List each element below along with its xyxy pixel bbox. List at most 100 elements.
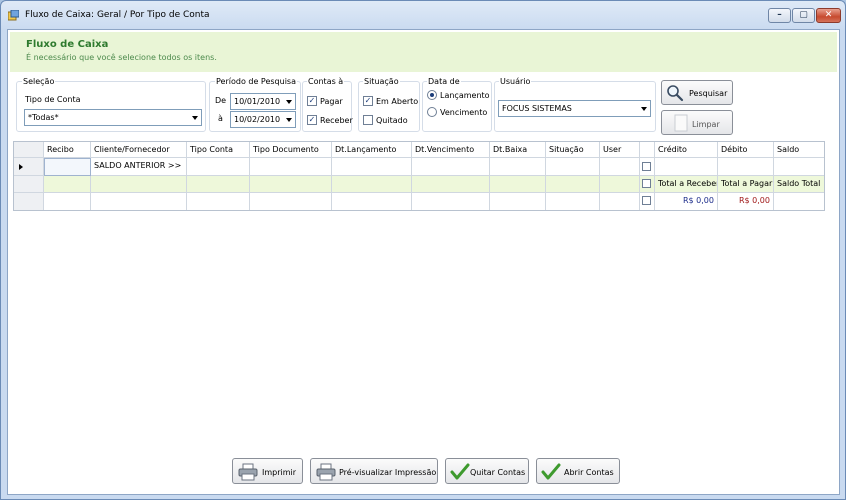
cell-recibo[interactable]	[44, 158, 91, 176]
col-tipo-documento[interactable]: Tipo Documento	[250, 142, 332, 158]
accounts-grid[interactable]: Recibo Cliente/Fornecedor Tipo Conta Tip…	[13, 141, 825, 211]
tipo-conta-label: Tipo de Conta	[25, 95, 81, 104]
pagar-label: Pagar	[320, 97, 343, 106]
col-check[interactable]	[640, 142, 655, 158]
current-row-icon	[19, 164, 23, 170]
col-credito[interactable]: Crédito	[655, 142, 718, 158]
col-user[interactable]: User	[600, 142, 640, 158]
cell-dt-baixa	[490, 193, 546, 210]
data-de-group: Data de Lançamento Vencimento	[422, 76, 492, 132]
cell-tipo-conta[interactable]	[187, 158, 250, 176]
main-window: Fluxo de Caixa: Geral / Por Tipo de Cont…	[0, 0, 846, 500]
cell-check	[640, 158, 655, 176]
quitado-checkbox[interactable]	[363, 115, 373, 125]
cell-dt-lancamento[interactable]	[332, 158, 412, 176]
page-subtitle: É necessário que você selecione todos os…	[26, 53, 217, 62]
page-title: Fluxo de Caixa	[26, 39, 109, 50]
data-de-value: 10/01/2010	[234, 97, 281, 106]
row-checkbox[interactable]	[642, 162, 651, 171]
cell-tipo-conta	[187, 193, 250, 210]
col-situacao[interactable]: Situação	[546, 142, 600, 158]
cell-tipo-conta	[187, 176, 250, 193]
usuario-label: Usuário	[499, 77, 532, 86]
cell-situacao[interactable]	[546, 158, 600, 176]
receber-label: Receber	[320, 116, 353, 125]
a-label: à	[218, 114, 223, 123]
previsualizar-button[interactable]: Pré-visualizar Impressão	[310, 458, 438, 484]
check-icon	[541, 463, 561, 480]
cell-user	[600, 193, 640, 210]
data-de-picker[interactable]: 10/01/2010	[230, 93, 296, 110]
contas-group: Contas à ✓ Pagar ✓ Receber	[302, 76, 353, 132]
pesquisar-button[interactable]: Pesquisar	[661, 80, 733, 105]
cell-user[interactable]	[600, 158, 640, 176]
situacao-label: Situação	[363, 77, 400, 86]
col-dt-baixa[interactable]: Dt.Baixa	[490, 142, 546, 158]
cell-dt-vencimento	[412, 193, 490, 210]
minimize-button[interactable]: –	[768, 8, 791, 23]
printer-icon	[238, 463, 258, 481]
cell-tipo-documento[interactable]	[250, 158, 332, 176]
app-icon	[8, 10, 19, 21]
credito-total-value: R$ 0,00	[655, 193, 718, 210]
lancamento-label: Lançamento	[440, 91, 490, 100]
cell-tipo-documento	[250, 193, 332, 210]
cell-situacao	[546, 176, 600, 193]
cell-debito[interactable]	[718, 158, 774, 176]
limpar-label: Limpar	[692, 120, 720, 129]
row-header[interactable]	[14, 193, 44, 210]
cell-dt-vencimento[interactable]	[412, 158, 490, 176]
usuario-value: FOCUS SISTEMAS	[502, 104, 572, 113]
col-recibo[interactable]: Recibo	[44, 142, 91, 158]
limpar-button[interactable]: Limpar	[661, 110, 733, 135]
cell-credito[interactable]	[655, 158, 718, 176]
close-icon: ✕	[824, 10, 833, 20]
client-area: Fluxo de Caixa É necessário que você sel…	[7, 29, 840, 495]
em-aberto-checkbox[interactable]: ✓	[363, 96, 373, 106]
receber-checkbox[interactable]: ✓	[307, 115, 317, 125]
col-saldo[interactable]: Saldo	[774, 142, 824, 158]
debito-total-value: R$ 0,00	[718, 193, 774, 210]
maximize-button[interactable]: ▢	[792, 8, 815, 23]
maximize-icon: ▢	[799, 10, 808, 20]
cell-check	[640, 176, 655, 193]
quitado-label: Quitado	[376, 116, 408, 125]
de-label: De	[215, 96, 227, 105]
col-debito[interactable]: Débito	[718, 142, 774, 158]
col-dt-vencimento[interactable]: Dt.Vencimento	[412, 142, 490, 158]
row-checkbox[interactable]	[642, 179, 651, 188]
close-button[interactable]: ✕	[816, 8, 841, 23]
cell-dt-baixa	[490, 176, 546, 193]
usuario-select[interactable]: FOCUS SISTEMAS	[498, 100, 651, 117]
data-a-picker[interactable]: 10/02/2010	[230, 111, 296, 128]
col-tipo-conta[interactable]: Tipo Conta	[187, 142, 250, 158]
imprimir-button[interactable]: Imprimir	[232, 458, 303, 484]
periodo-label: Período de Pesquisa	[215, 77, 297, 86]
cell-dt-baixa[interactable]	[490, 158, 546, 176]
periodo-group: Período de Pesquisa De 10/01/2010 à 10/0…	[209, 76, 301, 132]
col-dt-lancamento[interactable]: Dt.Lançamento	[332, 142, 412, 158]
vencimento-label: Vencimento	[440, 108, 488, 117]
quitar-contas-button[interactable]: Quitar Contas	[445, 458, 529, 484]
imprimir-label: Imprimir	[262, 468, 297, 477]
cell-check	[640, 193, 655, 210]
row-header[interactable]	[14, 176, 44, 193]
pagar-checkbox[interactable]: ✓	[307, 96, 317, 106]
row-checkbox[interactable]	[642, 196, 651, 205]
saldo-total-label: Saldo Total	[774, 176, 824, 193]
col-cliente[interactable]: Cliente/Fornecedor	[91, 142, 187, 158]
total-receber-label: Total a Receber	[655, 176, 718, 193]
cell-cliente[interactable]: SALDO ANTERIOR >>	[91, 158, 187, 176]
window-title: Fluxo de Caixa: Geral / Por Tipo de Cont…	[25, 10, 210, 20]
abrir-contas-button[interactable]: Abrir Contas	[536, 458, 620, 484]
title-bar[interactable]: Fluxo de Caixa: Geral / Por Tipo de Cont…	[1, 1, 845, 29]
chevron-down-icon	[286, 100, 292, 104]
tipo-conta-select[interactable]: *Todas*	[24, 109, 202, 126]
tipo-conta-value: *Todas*	[28, 113, 59, 122]
cell-dt-lancamento	[332, 176, 412, 193]
row-header[interactable]	[14, 158, 44, 176]
cell-recibo	[44, 176, 91, 193]
vencimento-radio[interactable]	[427, 107, 437, 117]
lancamento-radio[interactable]	[427, 90, 437, 100]
cell-saldo[interactable]	[774, 158, 824, 176]
